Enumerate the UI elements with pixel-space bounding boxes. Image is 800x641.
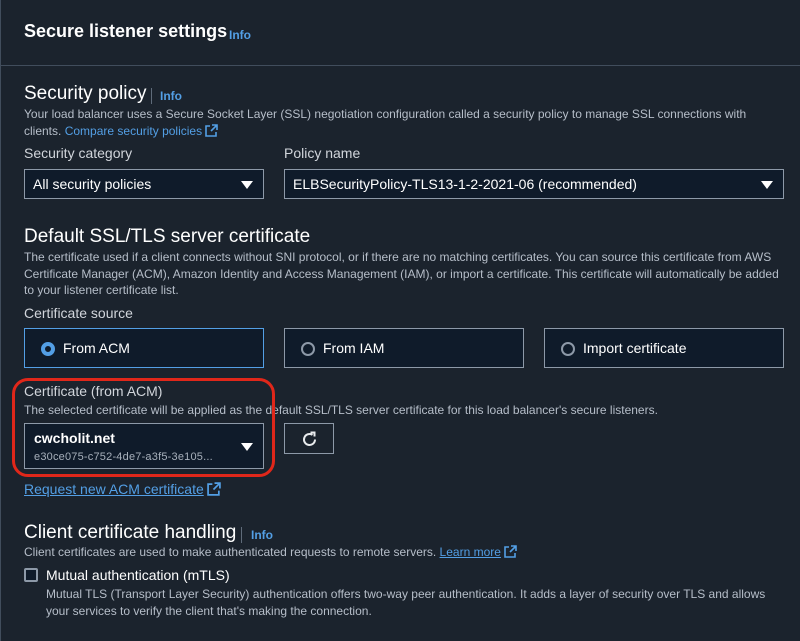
panel-header: Secure listener settings Info [1,0,800,66]
refresh-icon [303,431,316,446]
client-cert-description: Client certificates are used to make aut… [24,544,784,561]
divider [151,88,152,104]
learn-more-text: Learn more [439,545,501,559]
chevron-down-icon [761,181,773,189]
mtls-checkbox[interactable] [24,568,38,582]
source-tile-from-acm[interactable]: From ACM [24,328,264,368]
divider [241,527,242,543]
source-label-from-iam: From IAM [323,340,385,356]
security-category-select[interactable]: All security policies [24,169,264,199]
learn-more-link[interactable]: Learn more [440,545,517,559]
mtls-label[interactable]: Mutual authentication (mTLS) [46,567,230,583]
refresh-button[interactable] [284,423,334,454]
external-link-icon [206,482,221,496]
compare-policies-link-text: Compare security policies [64,123,203,138]
client-cert-description-text: Client certificates are used to make aut… [24,545,437,559]
radio-from-acm[interactable] [41,342,55,356]
policy-name-select[interactable]: ELBSecurityPolicy-TLS13-1-2-2021-06 (rec… [284,169,784,199]
secure-listener-panel: Secure listener settings Info Security p… [0,0,800,641]
request-acm-certificate-text: Request new ACM certificate [24,481,204,497]
source-tile-import[interactable]: Import certificate [544,328,784,368]
certificate-source-label: Certificate source [24,305,133,321]
request-acm-certificate-link[interactable]: Request new ACM certificate [24,481,221,497]
security-category-value: All security policies [33,176,152,192]
security-policy-heading: Security policy [24,83,147,104]
radio-from-iam[interactable] [301,342,315,356]
header-info-link[interactable]: Info [229,28,251,42]
client-cert-heading: Client certificate handling [24,522,237,543]
external-link-icon [504,545,517,558]
radio-import[interactable] [561,342,575,356]
external-link-icon [205,123,218,137]
chevron-down-icon [241,181,253,189]
client-cert-info-link[interactable]: Info [251,528,273,542]
compare-policies-link[interactable]: Compare security policies [65,124,218,138]
source-label-import: Import certificate [583,340,687,356]
panel-title: Secure listener settings [24,21,228,41]
default-cert-heading: Default SSL/TLS server certificate [24,226,311,247]
highlight-annotation [12,378,275,477]
source-label-from-acm: From ACM [63,340,130,356]
mtls-description: Mutual TLS (Transport Layer Security) au… [46,587,766,618]
security-policy-description: Your load balancer uses a Secure Socket … [24,106,764,139]
policy-name-value: ELBSecurityPolicy-TLS13-1-2-2021-06 (rec… [293,176,637,192]
source-tile-from-iam[interactable]: From IAM [284,328,524,368]
policy-name-label: Policy name [284,145,361,161]
default-cert-description: The certificate used if a client connect… [24,250,779,297]
security-category-label: Security category [24,145,133,161]
security-policy-info-link[interactable]: Info [160,89,182,103]
